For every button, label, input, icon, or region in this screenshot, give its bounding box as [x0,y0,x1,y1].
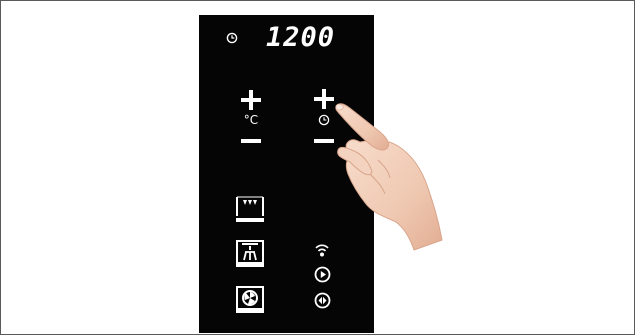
rewind-forward-icon[interactable] [314,292,331,309]
grill-icon[interactable] [234,238,266,268]
temperature-minus-button[interactable] [240,137,262,145]
clock-icon [226,32,238,44]
wifi-icon[interactable] [313,240,331,258]
play-icon[interactable] [314,266,331,283]
top-heating-icon[interactable] [234,194,266,224]
temperature-unit-label: °C [243,113,259,127]
temperature-plus-button[interactable] [240,89,262,111]
fan-oven-icon[interactable] [234,284,266,314]
timer-clock-icon [318,114,330,126]
time-display: 1200 [266,22,336,53]
pointing-hand-icon [335,103,443,251]
